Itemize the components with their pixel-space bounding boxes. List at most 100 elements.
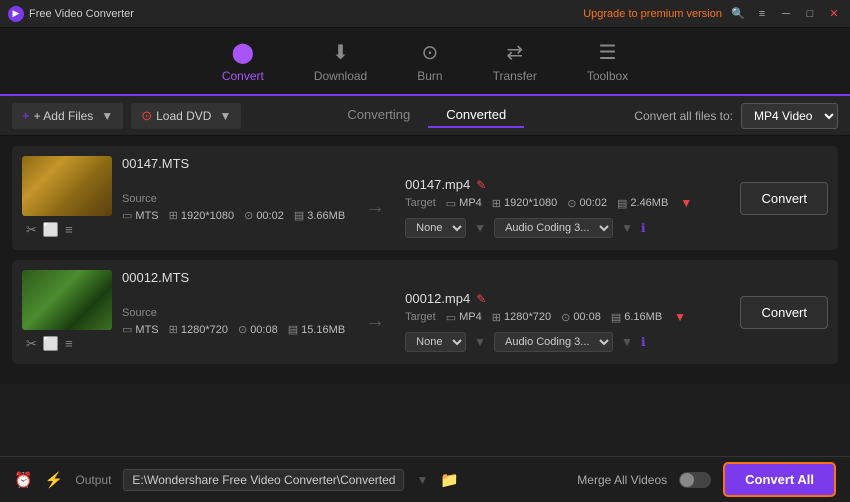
thumbnail-1 [22, 156, 112, 216]
app-title: Free Video Converter [29, 8, 134, 20]
convert-button-1[interactable]: Convert [740, 182, 828, 215]
minimize-button[interactable]: ─ [778, 6, 794, 22]
target-duration-1: ⊙ 00:02 [567, 197, 607, 210]
audio-select-1[interactable]: Audio Coding 3... [494, 218, 613, 238]
output-path[interactable]: E:\Wondershare Free Video Converter\Conv… [123, 469, 404, 491]
burn-nav-icon: ⊙ [422, 40, 439, 65]
thumb-tools-1: ✂ ⬜ ≡ [22, 220, 112, 240]
source-format-2: ▭ MTS [122, 323, 159, 336]
clock-icon: ⊙ [244, 209, 253, 222]
target-name-row-2: 00012.mp4 ✎ [405, 291, 730, 306]
add-files-dropdown-icon[interactable]: ▼ [101, 109, 113, 123]
file-icon-2: ▤ [288, 323, 298, 336]
nav-item-burn[interactable]: ⊙ Burn [417, 40, 442, 83]
merge-label: Merge All Videos [577, 473, 667, 487]
content-area: ✂ ⬜ ≡ 00147.MTS Source ▭ MTS [0, 136, 850, 384]
target-size-2: ▤ 6.16MB [611, 311, 662, 324]
flash-icon[interactable]: ⚡ [45, 471, 64, 489]
target-clock-icon: ⊙ [567, 197, 576, 210]
target-format-1: ▭ MP4 [446, 197, 482, 210]
subtitle-select-1[interactable]: None [405, 218, 466, 238]
dvd-dropdown-icon[interactable]: ▼ [219, 109, 231, 123]
cut-icon[interactable]: ✂ [26, 222, 37, 238]
target-format-icon: ▭ [446, 197, 456, 210]
source-meta-2: ▭ MTS ⊞ 1280*720 ⊙ 00:08 ▤ [122, 323, 345, 336]
target-format-2: ▭ MP4 [446, 311, 482, 324]
info-icon-2[interactable]: ℹ [641, 335, 646, 349]
crop-icon-2[interactable]: ⬜ [43, 336, 59, 352]
source-resolution-1: ⊞ 1920*1080 [169, 209, 234, 222]
settings-icon[interactable]: ≡ [65, 222, 73, 238]
dropdown-row-1: None ▼ Audio Coding 3... ▼ ℹ [405, 218, 730, 238]
source-size-2: ▤ 15.16MB [288, 323, 345, 336]
target-label-2: Target [405, 311, 436, 323]
target-clock-icon-2: ⊙ [561, 311, 570, 324]
resolution-icon-2: ⊞ [169, 323, 178, 336]
target-file-icon-2: ▤ [611, 311, 621, 324]
audio-select-2[interactable]: Audio Coding 3... [494, 332, 613, 352]
toolbar-right: Convert all files to: MP4 Video [634, 103, 838, 129]
source-filename-2: 00012.MTS [122, 270, 189, 285]
target-filename-1: 00147.mp4 [405, 177, 470, 192]
schedule-icon[interactable]: ⏰ [14, 471, 33, 489]
info-icon-1[interactable]: ℹ [641, 221, 646, 235]
maximize-button[interactable]: □ [802, 6, 818, 22]
convert-all-button[interactable]: Convert All [723, 462, 836, 497]
nav-item-download[interactable]: ⬇ Download [314, 40, 367, 83]
nav-item-convert[interactable]: ⬤ Convert [222, 40, 264, 83]
source-meta-1: ▭ MTS ⊞ 1920*1080 ⊙ 00:02 ▤ [122, 209, 345, 222]
toolbox-nav-icon: ☰ [599, 40, 617, 65]
source-format-1: ▭ MTS [122, 209, 159, 222]
format-icon-2: ▭ [122, 323, 132, 336]
cut-icon-2[interactable]: ✂ [26, 336, 37, 352]
convert-all-label: Convert all files to: [634, 109, 733, 123]
nav-label-toolbox: Toolbox [587, 69, 628, 83]
source-block-1: Source ▭ MTS ⊞ 1920*1080 ⊙ 00:02 [122, 193, 345, 222]
output-label: Output [75, 473, 111, 487]
source-block-2: Source ▭ MTS ⊞ 1280*720 ⊙ 00:08 [122, 307, 345, 336]
target-meta-1: Target ▭ MP4 ⊞ 1920*1080 ⊙ 00:02 [405, 196, 730, 210]
crop-icon[interactable]: ⬜ [43, 222, 59, 238]
title-bar-controls: Upgrade to premium version 🔍 ≡ ─ □ ✕ [583, 6, 842, 22]
target-dropdown-arrow-2[interactable]: ▼ [674, 310, 686, 324]
close-button[interactable]: ✕ [826, 6, 842, 22]
folder-icon[interactable]: 📁 [440, 471, 459, 489]
tab-group: Converting Converted [329, 103, 524, 128]
nav-label-transfer: Transfer [493, 69, 537, 83]
load-dvd-button[interactable]: ⊙ Load DVD ▼ [131, 103, 241, 129]
search-icon[interactable]: 🔍 [730, 6, 746, 22]
edit-icon-2[interactable]: ✎ [476, 292, 486, 306]
thumbnail-area-2: ✂ ⬜ ≡ [22, 270, 112, 354]
settings-icon-2[interactable]: ≡ [65, 336, 73, 352]
bottom-right: Merge All Videos Convert All [577, 462, 836, 497]
title-bar: ▶ Free Video Converter Upgrade to premiu… [0, 0, 850, 28]
target-block-1: 00147.mp4 ✎ Target ▭ MP4 ⊞ 1920*1080 [405, 177, 730, 238]
format-select[interactable]: MP4 Video [741, 103, 838, 129]
nav-item-toolbox[interactable]: ☰ Toolbox [587, 40, 628, 83]
target-res-icon: ⊞ [492, 197, 501, 210]
converting-tab[interactable]: Converting [329, 103, 428, 128]
menu-icon[interactable]: ≡ [754, 6, 770, 22]
toolbar: + + Add Files ▼ ⊙ Load DVD ▼ Converting … [0, 96, 850, 136]
source-label-1: Source [122, 193, 345, 205]
edit-icon-1[interactable]: ✎ [476, 178, 486, 192]
source-duration-1: ⊙ 00:02 [244, 209, 284, 222]
dropdown-row-2: None ▼ Audio Coding 3... ▼ ℹ [405, 332, 730, 352]
toggle-knob [680, 473, 694, 487]
add-files-button[interactable]: + + Add Files ▼ [12, 103, 123, 129]
merge-toggle[interactable] [679, 472, 711, 488]
nav-label-download: Download [314, 69, 367, 83]
file-icon: ▤ [294, 209, 304, 222]
format-icon: ▭ [122, 209, 132, 222]
resolution-icon: ⊞ [169, 209, 178, 222]
nav-item-transfer[interactable]: ⇄ Transfer [493, 40, 537, 83]
convert-button-2[interactable]: Convert [740, 296, 828, 329]
subtitle-select-2[interactable]: None [405, 332, 466, 352]
upgrade-link[interactable]: Upgrade to premium version [583, 8, 722, 20]
target-name-row-1: 00147.mp4 ✎ [405, 177, 730, 192]
converted-tab[interactable]: Converted [428, 103, 524, 128]
target-dropdown-arrow-1[interactable]: ▼ [680, 196, 692, 210]
forward-arrow-icon-2: → [365, 310, 385, 333]
source-duration-2: ⊙ 00:08 [238, 323, 278, 336]
file-info-2: 00012.MTS Source ▭ MTS ⊞ 1280*720 [122, 270, 730, 354]
